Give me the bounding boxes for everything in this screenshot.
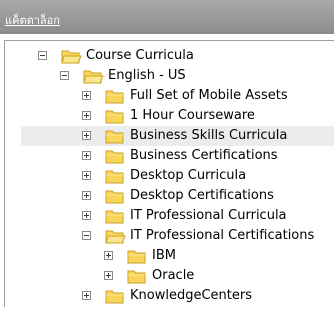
tree-node[interactable]: KnowledgeCenters [5,286,334,306]
tree-node[interactable]: Desktop Curricula [5,166,334,186]
tree-node-label[interactable]: IT Professional Curricula [130,208,287,223]
expand-icon[interactable] [82,91,91,100]
expand-icon[interactable] [82,131,91,140]
folder-icon [104,166,126,186]
expand-icon[interactable] [104,251,113,260]
tree-node-label[interactable]: Business Certifications [130,148,278,163]
tree-node[interactable]: Business Certifications [5,146,334,166]
tree-node[interactable]: Desktop Certifications [5,186,334,206]
collapse-icon[interactable] [82,231,91,240]
folder-open-icon [104,226,126,246]
tree-node[interactable]: IBM [5,246,334,266]
tree-node[interactable]: 1 Hour Courseware [5,106,334,126]
expand-icon[interactable] [82,211,91,220]
tree-node[interactable]: Business Skills Curricula [21,126,334,146]
tree-node-label[interactable]: 1 Hour Courseware [130,108,255,123]
expand-icon[interactable] [82,171,91,180]
tree-node-label[interactable]: Business Skills Curricula [130,128,287,143]
folder-open-icon [60,46,82,66]
expand-icon[interactable] [82,191,91,200]
tree-node[interactable]: Course Curricula [5,46,334,66]
tree-node-label[interactable]: English - US [108,68,186,83]
folder-icon [104,106,126,126]
tree-node[interactable]: Full Set of Mobile Assets [5,86,334,106]
tree-node[interactable]: Oracle [5,266,334,286]
folder-icon [104,186,126,206]
collapse-icon[interactable] [60,71,69,80]
folder-icon [126,266,148,286]
catalog-title-link[interactable]: แค็ตตาล็อก [5,11,60,29]
collapse-icon[interactable] [38,51,47,60]
folder-icon [104,206,126,226]
tree-node-label[interactable]: IT Professional Certifications [130,228,314,243]
expand-icon[interactable] [82,291,91,300]
tree-node-label[interactable]: Course Curricula [86,48,194,63]
tree-node-label[interactable]: Oracle [152,268,194,283]
expand-icon[interactable] [82,111,91,120]
catalog-header: แค็ตตาล็อก [0,0,334,34]
expand-icon[interactable] [82,151,91,160]
folder-open-icon [82,66,104,86]
tree-node-label[interactable]: Desktop Certifications [130,188,274,203]
folder-icon [104,126,126,146]
folder-icon [126,246,148,266]
tree-node[interactable]: IT Professional Curricula [5,206,334,226]
tree-node-label[interactable]: KnowledgeCenters [130,288,252,303]
folder-icon [104,86,126,106]
tree-node[interactable]: English - US [5,66,334,86]
tree-node[interactable]: IT Professional Certifications [5,226,334,246]
catalog-tree: Course Curricula English - US Full Set of … [4,40,334,307]
tree-node-label[interactable]: Full Set of Mobile Assets [130,88,288,103]
folder-icon [104,286,126,306]
tree-node-label[interactable]: IBM [152,248,176,263]
folder-icon [104,146,126,166]
tree-node-label[interactable]: Desktop Curricula [130,168,246,183]
expand-icon[interactable] [104,271,113,280]
